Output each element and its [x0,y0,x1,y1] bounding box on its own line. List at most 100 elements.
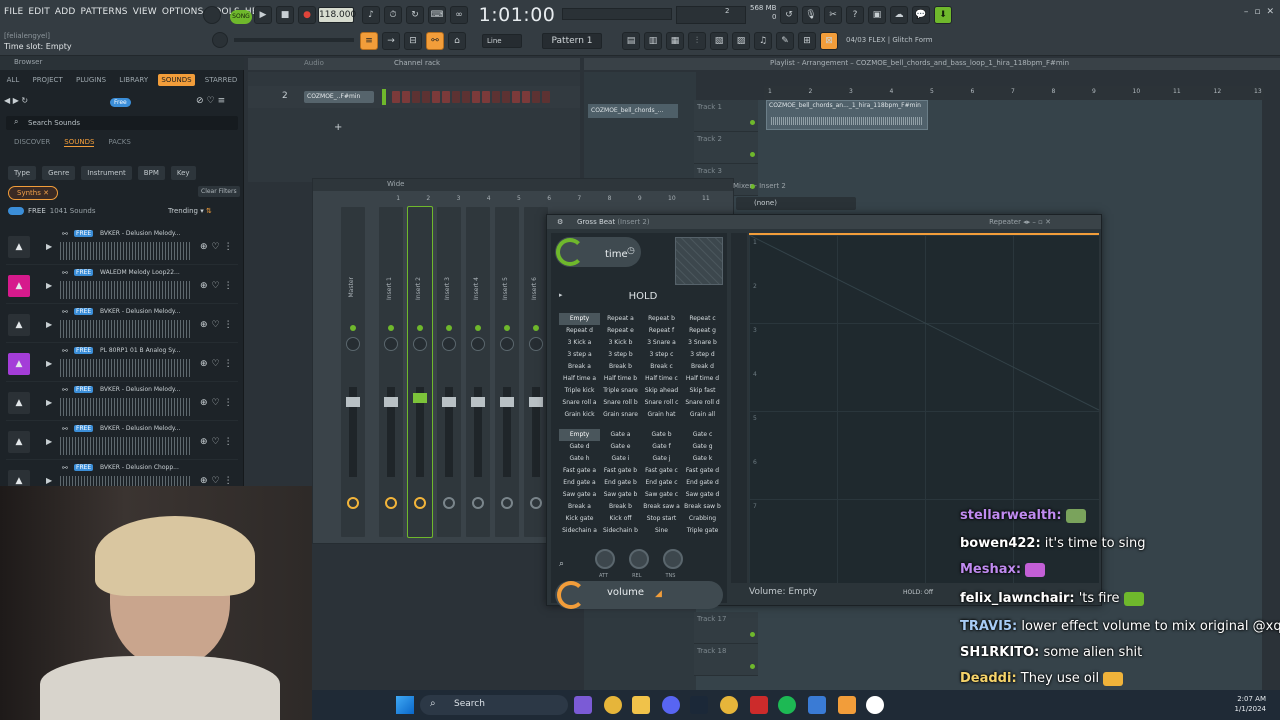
tension-knob[interactable] [663,549,683,569]
time-preset[interactable]: Grain snare [600,409,641,421]
volume-preset[interactable]: Saw gate d [682,489,723,501]
sound-row-actions[interactable]: ⊕♡⋮ [200,359,237,369]
track-active-led[interactable] [750,120,755,125]
release-knob[interactable] [629,549,649,569]
volume-preset[interactable]: Gate j [641,453,682,465]
browser-tab-sounds[interactable]: SOUNDS [158,74,195,86]
play-preview-icon[interactable]: ▶ [46,242,52,251]
pan-knob[interactable] [500,337,514,351]
volume-preset[interactable]: Saw gate a [559,489,600,501]
time-preset[interactable]: Break d [682,361,723,373]
mute-led[interactable] [446,325,452,331]
play-button[interactable]: ▶ [254,6,272,24]
chat-username[interactable]: SH1RKITO: [960,645,1039,660]
volume-preset[interactable]: Kick off [600,513,641,525]
playlist-icon[interactable]: ▤ [622,32,640,50]
time-preset[interactable]: Break a [559,361,600,373]
volume-preset[interactable]: Stop start [641,513,682,525]
system-clock[interactable]: 2:07 AM 1/1/2024 [1235,694,1266,714]
chat-username[interactable]: Meshax: [960,562,1021,577]
maximize-icon[interactable]: ▫ [1254,7,1260,17]
hold-button[interactable]: HOLD [623,289,663,305]
browser-icon[interactable]: ▧ [710,32,728,50]
step-pad[interactable] [482,91,490,103]
pan-knob[interactable] [346,337,360,351]
song-position-display[interactable]: 1:01:00 [478,2,556,28]
pan-knob[interactable] [529,337,543,351]
plugin-picker-icon[interactable]: ▨ [732,32,750,50]
playlist-titlebar[interactable]: Playlist - Arrangement – COZMOE_bell_cho… [584,58,1280,70]
step-pad[interactable] [422,91,430,103]
menu-edit[interactable]: EDIT [28,7,50,17]
volume-fader-handle[interactable] [500,397,514,407]
channel-filter[interactable]: Audio [304,59,324,67]
sound-waveform[interactable] [60,437,190,455]
mute-led[interactable] [533,325,539,331]
download-icon[interactable]: ⬇ [934,6,952,24]
volume-fader-handle[interactable] [346,397,360,407]
volume-preset[interactable]: Saw gate b [600,489,641,501]
time-preset[interactable]: Triple kick [559,385,600,397]
time-preset[interactable]: Repeat b [641,313,682,325]
time-preset[interactable]: Triple snare [600,385,641,397]
song-mode-toggle[interactable]: SONG [230,10,252,24]
pan-knob[interactable] [413,337,427,351]
mixer-strip[interactable]: Insert 6 [524,207,548,537]
filter-bpm[interactable]: BPM [137,166,165,180]
preset-bank[interactable]: Repeater ◂▸ – ▫ ✕ [989,218,1051,226]
mixer-strip[interactable]: Insert 4 [466,207,490,537]
play-preview-icon[interactable]: ▶ [46,398,52,407]
time-preset[interactable]: Repeat a [600,313,641,325]
volume-preset[interactable]: Gate k [682,453,723,465]
send-knob[interactable] [472,497,484,509]
master-volume-knob[interactable] [203,6,221,24]
obs-icon[interactable] [866,696,884,714]
time-preset[interactable]: Break b [600,361,641,373]
active-filter-tag[interactable]: Synths ✕ [8,186,58,200]
sound-row-actions[interactable]: ⊕♡⋮ [200,242,237,252]
link-icon[interactable]: ⚯ [62,269,68,277]
track-active-led[interactable] [750,632,755,637]
send-knob[interactable] [530,497,542,509]
subtab-sounds[interactable]: SOUNDS [64,138,95,147]
channel-rack-titlebar[interactable]: Audio Channel rack [248,58,580,70]
refresh-icon[interactable]: ↺ [780,6,798,24]
plugin-preset-label[interactable]: 04/03 FLEX | Glitch Form [846,36,933,44]
volume-preset[interactable]: Fast gate b [600,465,641,477]
time-preset[interactable]: Repeat d [559,325,600,337]
help-icon[interactable]: ? [846,6,864,24]
time-preset[interactable]: Snare roll b [600,397,641,409]
playlist-view-icon[interactable]: ≡ [360,32,378,50]
sort-select[interactable]: Trending ▾ ⇅ [168,207,212,215]
volume-fader-handle[interactable] [413,393,427,403]
volume-preset[interactable]: Gate i [600,453,641,465]
mixer-strip[interactable]: Insert 3 [437,207,461,537]
clear-filters-button[interactable]: Clear Filters [198,186,240,197]
sound-waveform[interactable] [60,281,190,299]
time-preset[interactable]: Repeat g [682,325,723,337]
effect-slot-select[interactable]: (none) [736,197,856,210]
volume-preset[interactable]: Gate d [559,441,600,453]
link-icon[interactable]: ⚯ [62,347,68,355]
time-preset[interactable]: 3 Snare b [682,337,723,349]
arrow-icon[interactable]: → [382,32,400,50]
volume-fader-handle[interactable] [442,397,456,407]
shop-icon[interactable]: ⊠ [820,32,838,50]
track-active-led[interactable] [750,664,755,669]
tools-icon[interactable]: ✂ [824,6,842,24]
chat-username[interactable]: bowen422: [960,536,1041,551]
back-icon[interactable]: ◀ ▶ ↻ [4,96,28,105]
volume-preset[interactable]: Break b [600,501,641,513]
sound-row-actions[interactable]: ⊕♡⋮ [200,476,237,486]
microphone-icon[interactable]: ♫ [754,32,772,50]
step-pad[interactable] [462,91,470,103]
sound-row-actions[interactable]: ⊕♡⋮ [200,437,237,447]
step-pad[interactable] [532,91,540,103]
subtab-packs[interactable]: PACKS [108,138,130,147]
send-knob[interactable] [501,497,513,509]
volume-preset[interactable]: Sidechain b [600,525,641,537]
mute-led[interactable] [350,325,356,331]
time-preset[interactable]: 3 step b [600,349,641,361]
play-preview-icon[interactable]: ▶ [46,437,52,446]
time-preset[interactable]: Repeat e [600,325,641,337]
